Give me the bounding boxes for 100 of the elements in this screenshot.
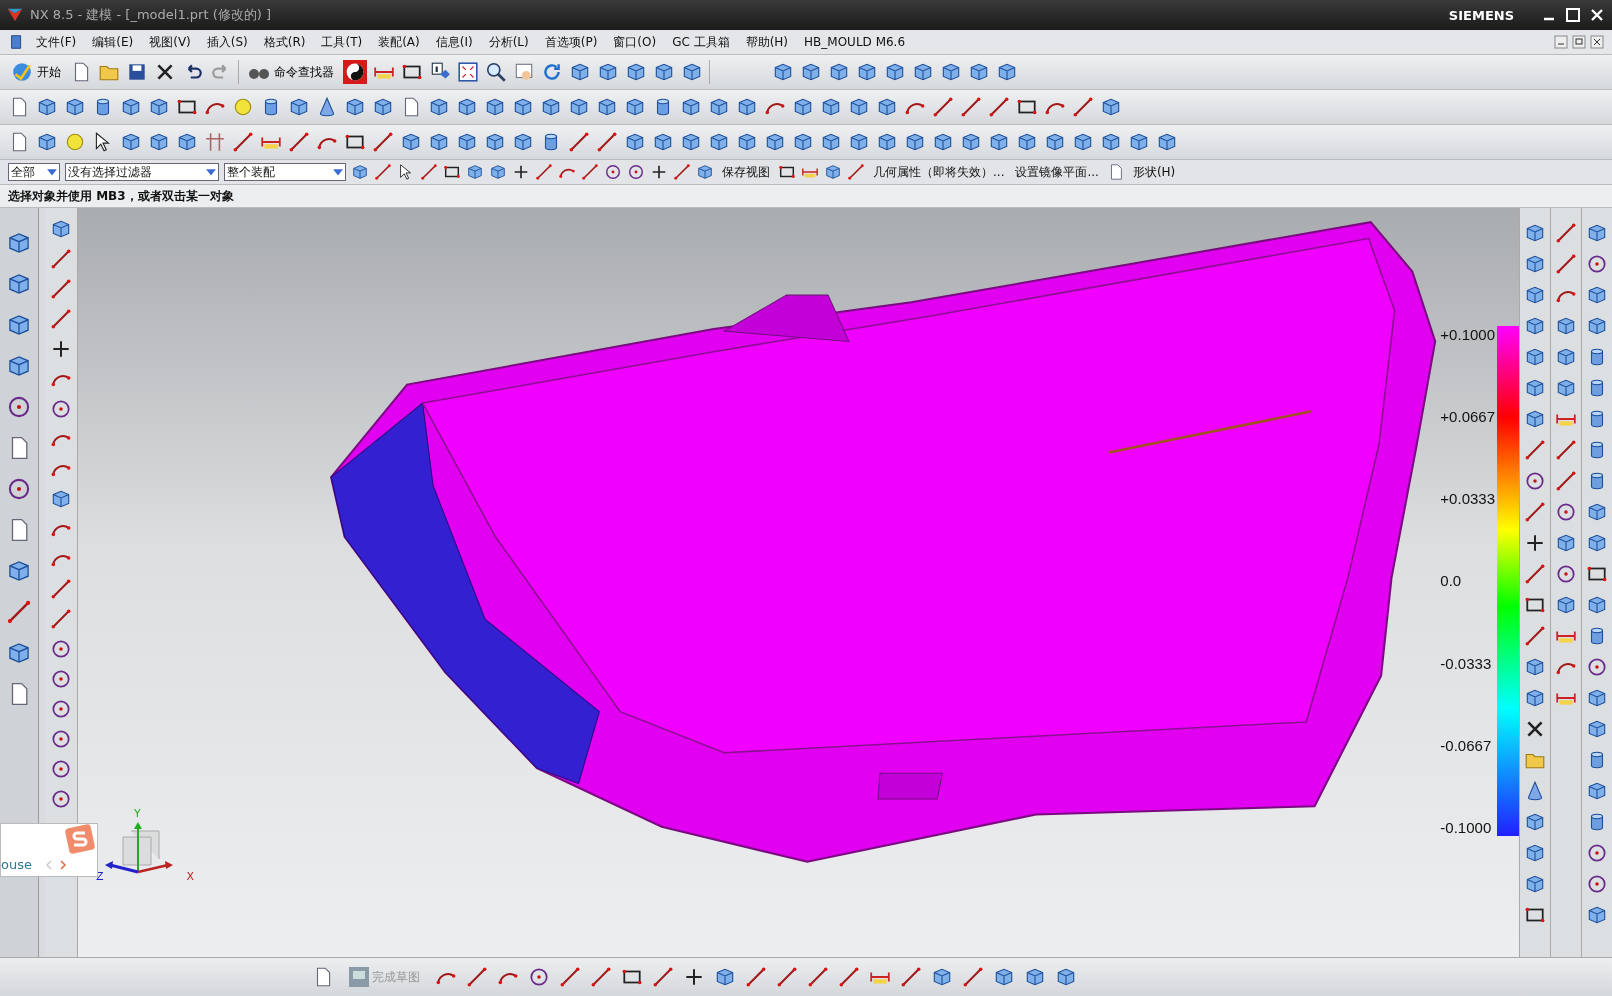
- sphere-icon[interactable]: [232, 96, 254, 118]
- circle-icon[interactable]: [627, 163, 645, 181]
- cube-icon[interactable]: [120, 131, 142, 153]
- command-finder-button[interactable]: 命令查找器: [245, 63, 337, 81]
- circle-icon[interactable]: [528, 966, 550, 988]
- menu-item[interactable]: 格式(R): [257, 33, 312, 51]
- line-icon[interactable]: [596, 131, 618, 153]
- cube-icon[interactable]: [1555, 377, 1577, 399]
- cube-icon[interactable]: [993, 966, 1015, 988]
- line-icon[interactable]: [900, 966, 922, 988]
- cube-icon[interactable]: [1100, 96, 1122, 118]
- circle-icon[interactable]: [1586, 253, 1608, 275]
- cube-icon[interactable]: [351, 163, 369, 181]
- circle-icon[interactable]: [6, 476, 32, 502]
- cube-icon[interactable]: [1156, 131, 1178, 153]
- cube-icon[interactable]: [1586, 687, 1608, 709]
- line-icon[interactable]: [372, 131, 394, 153]
- circle-icon[interactable]: [50, 668, 72, 690]
- menu-item[interactable]: 工具(T): [315, 33, 369, 51]
- cube-icon[interactable]: [484, 96, 506, 118]
- cube-icon[interactable]: [1072, 131, 1094, 153]
- cube-icon[interactable]: [1555, 594, 1577, 616]
- cube-icon[interactable]: [50, 218, 72, 240]
- circle-icon[interactable]: [6, 394, 32, 420]
- zoom-icon[interactable]: [485, 61, 507, 83]
- cube-icon[interactable]: [1016, 131, 1038, 153]
- geometry-properties-button[interactable]: 几何属性（即将失效）...: [870, 163, 1008, 181]
- circle-icon[interactable]: [50, 788, 72, 810]
- line-icon[interactable]: [581, 163, 599, 181]
- line-icon[interactable]: [1524, 563, 1546, 585]
- cube-icon[interactable]: [1555, 315, 1577, 337]
- menu-item[interactable]: 文件(F): [30, 33, 83, 51]
- cube-icon[interactable]: [288, 96, 310, 118]
- circle-icon[interactable]: [1555, 563, 1577, 585]
- cube-icon[interactable]: [800, 61, 822, 83]
- cube-icon[interactable]: [6, 271, 32, 297]
- cube-icon[interactable]: [988, 131, 1010, 153]
- cube-icon[interactable]: [708, 131, 730, 153]
- circle-icon[interactable]: [1586, 656, 1608, 678]
- cube-icon[interactable]: [1524, 687, 1546, 709]
- start-logo-icon[interactable]: [11, 61, 33, 83]
- line-icon[interactable]: [6, 599, 32, 625]
- line-icon[interactable]: [1555, 470, 1577, 492]
- yin-yang-icon[interactable]: [343, 60, 367, 84]
- cube-icon[interactable]: [848, 131, 870, 153]
- line-icon[interactable]: [776, 966, 798, 988]
- cube-icon[interactable]: [1524, 222, 1546, 244]
- cube-icon[interactable]: [625, 61, 647, 83]
- line-icon[interactable]: [807, 966, 829, 988]
- cube-icon[interactable]: [856, 61, 878, 83]
- cube-icon[interactable]: [680, 131, 702, 153]
- cube-icon[interactable]: [428, 96, 450, 118]
- cube-icon[interactable]: [792, 96, 814, 118]
- cube-icon[interactable]: [940, 61, 962, 83]
- cube-icon[interactable]: [876, 131, 898, 153]
- circle-icon[interactable]: [50, 698, 72, 720]
- menu-item[interactable]: 插入(S): [200, 33, 254, 51]
- line-icon[interactable]: [1072, 96, 1094, 118]
- cube-icon[interactable]: [428, 131, 450, 153]
- plus-icon[interactable]: [50, 338, 72, 360]
- type-filter-dropdown[interactable]: 全部: [8, 163, 60, 181]
- cube-icon[interactable]: [968, 61, 990, 83]
- line-icon[interactable]: [466, 966, 488, 988]
- cube-icon[interactable]: [904, 131, 926, 153]
- cube-icon[interactable]: [931, 966, 953, 988]
- cube-icon[interactable]: [6, 353, 32, 379]
- menu-item[interactable]: 分析(L): [482, 33, 535, 51]
- cube-icon[interactable]: [148, 96, 170, 118]
- selection-filter-dropdown[interactable]: 没有选择过滤器: [65, 163, 219, 181]
- cube-icon[interactable]: [372, 96, 394, 118]
- cube-icon[interactable]: [50, 488, 72, 510]
- cube-icon[interactable]: [1524, 284, 1546, 306]
- cube-icon[interactable]: [792, 131, 814, 153]
- cube-icon[interactable]: [1555, 532, 1577, 554]
- cube-icon[interactable]: [624, 96, 646, 118]
- menu-item[interactable]: 装配(A): [372, 33, 426, 51]
- cube-icon[interactable]: [456, 131, 478, 153]
- cube-icon[interactable]: [344, 96, 366, 118]
- line-icon[interactable]: [288, 131, 310, 153]
- circle-icon[interactable]: [1586, 842, 1608, 864]
- shape-menu[interactable]: 形状(H): [1129, 163, 1179, 181]
- cube-icon[interactable]: [6, 558, 32, 584]
- line-icon[interactable]: [988, 96, 1010, 118]
- cube-icon[interactable]: [120, 96, 142, 118]
- circle-icon[interactable]: [50, 398, 72, 420]
- cube-icon[interactable]: [489, 163, 507, 181]
- rectangle-icon[interactable]: [778, 163, 796, 181]
- line-icon[interactable]: [673, 163, 691, 181]
- line-icon[interactable]: [50, 308, 72, 330]
- cube-icon[interactable]: [1055, 966, 1077, 988]
- cube-icon[interactable]: [876, 96, 898, 118]
- cube-icon[interactable]: [512, 96, 534, 118]
- cube-icon[interactable]: [848, 96, 870, 118]
- cube-icon[interactable]: [597, 61, 619, 83]
- cube-icon[interactable]: [681, 61, 703, 83]
- cube-icon[interactable]: [1100, 131, 1122, 153]
- plus-icon[interactable]: [650, 163, 668, 181]
- line-icon[interactable]: [1524, 625, 1546, 647]
- line-icon[interactable]: [535, 163, 553, 181]
- circle-icon[interactable]: [1555, 501, 1577, 523]
